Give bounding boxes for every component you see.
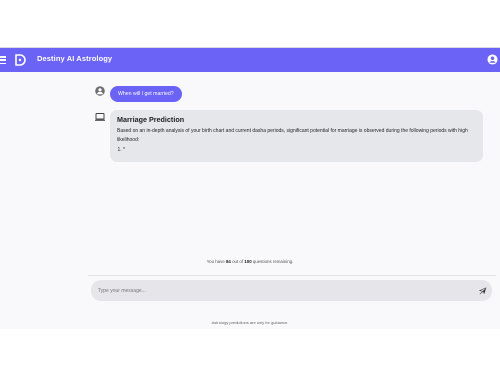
destiny-logo-icon bbox=[15, 54, 26, 66]
remaining-total-count: 100 bbox=[244, 259, 252, 264]
app-title: Destiny AI Astrology bbox=[37, 54, 113, 63]
bot-message-bubble: Marriage Prediction Based on an in-depth… bbox=[110, 110, 483, 162]
remaining-suffix: questions remaining. bbox=[251, 259, 294, 264]
send-icon[interactable] bbox=[479, 287, 487, 295]
user-message-bubble: When will I get married? bbox=[110, 86, 182, 102]
bot-message-title: Marriage Prediction bbox=[117, 115, 185, 124]
user-avatar-icon bbox=[95, 86, 105, 96]
composer-divider bbox=[88, 275, 496, 276]
message-composer bbox=[91, 280, 492, 301]
message-input[interactable] bbox=[98, 284, 468, 297]
app-window: Destiny AI Astrology When will I get mar… bbox=[0, 47, 500, 329]
account-circle-icon[interactable] bbox=[487, 54, 498, 65]
bot-message-text: Based on an in-depth analysis of your bi… bbox=[117, 128, 468, 143]
top-app-bar: Destiny AI Astrology bbox=[0, 48, 500, 72]
bot-computer-icon bbox=[95, 113, 105, 121]
remaining-prefix: You have bbox=[206, 259, 226, 264]
questions-remaining-text: You have 84 out of 100 questions remaini… bbox=[0, 259, 500, 264]
remaining-middle: out of bbox=[230, 259, 245, 264]
bot-message-list: * bbox=[117, 147, 476, 153]
list-item: * bbox=[123, 147, 476, 153]
hamburger-menu-icon[interactable] bbox=[0, 56, 6, 64]
footer-disclaimer: Astrology predictions are only for guida… bbox=[211, 320, 289, 325]
